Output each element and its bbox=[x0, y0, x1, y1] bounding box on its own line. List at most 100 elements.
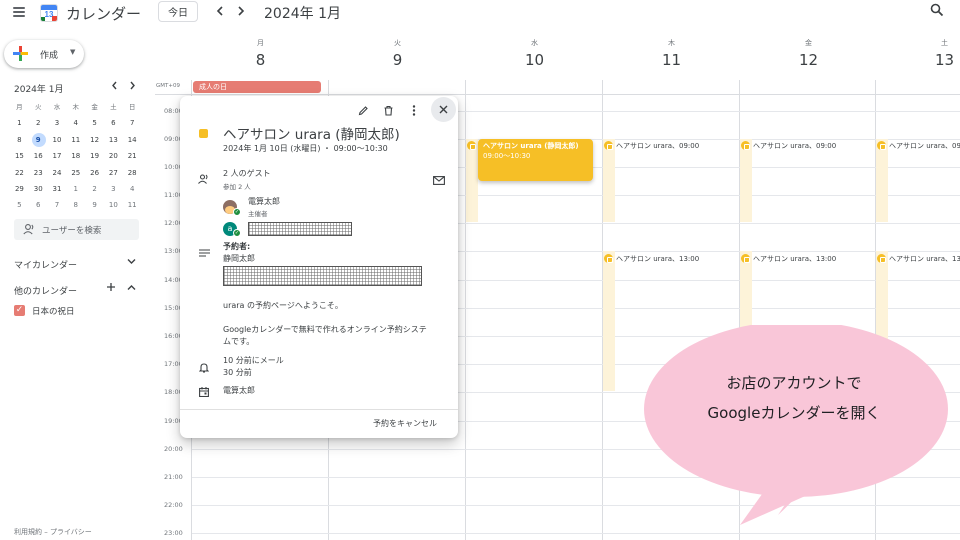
mail-icon[interactable] bbox=[432, 173, 446, 187]
mini-day[interactable]: 19 bbox=[85, 148, 104, 164]
mini-day[interactable]: 8 bbox=[10, 132, 29, 148]
mini-day[interactable]: 15 bbox=[10, 148, 29, 164]
mini-day[interactable]: 17 bbox=[48, 148, 67, 164]
close-icon[interactable] bbox=[431, 97, 456, 122]
mini-day[interactable]: 26 bbox=[85, 165, 104, 181]
cancel-booking-button[interactable]: 予約をキャンセル bbox=[373, 418, 437, 429]
selected-event-block[interactable]: ヘアサロン urara (静岡太郎) 09:00～10:30 bbox=[478, 139, 593, 181]
mini-day[interactable]: 4 bbox=[66, 115, 85, 131]
guests-count: 2 人のゲスト bbox=[223, 169, 271, 178]
mini-next-icon[interactable] bbox=[129, 81, 136, 93]
chevron-up-icon[interactable] bbox=[127, 283, 136, 294]
more-vert-icon[interactable] bbox=[407, 103, 421, 117]
mini-weekday: 水 bbox=[53, 103, 61, 111]
chevron-left-icon[interactable] bbox=[212, 2, 228, 20]
appointment-slot-chip[interactable]: ヘアサロン urara、09:00 bbox=[889, 141, 960, 151]
booking-slot[interactable] bbox=[466, 139, 478, 222]
mini-day[interactable]: 7 bbox=[123, 115, 142, 131]
holiday-event-chip[interactable]: 成人の日 bbox=[193, 81, 321, 93]
mini-day[interactable]: 11 bbox=[123, 197, 142, 213]
booking-slot[interactable] bbox=[740, 139, 752, 222]
user-search-input[interactable]: ユーザーを検索 bbox=[14, 219, 139, 240]
mini-day[interactable]: 16 bbox=[29, 148, 48, 164]
day-number[interactable]: 11 bbox=[603, 51, 740, 69]
footer-links[interactable]: 利用規約 – プライバシー bbox=[14, 527, 92, 537]
accepted-check-icon: ✓ bbox=[233, 229, 241, 237]
mini-day[interactable]: 2 bbox=[85, 181, 104, 197]
day-header[interactable]: 金 12 bbox=[740, 38, 877, 69]
day-header[interactable]: 火 9 bbox=[329, 38, 466, 69]
mini-day[interactable]: 30 bbox=[29, 181, 48, 197]
mini-day[interactable]: 10 bbox=[48, 132, 67, 148]
description-line: ムです。 bbox=[223, 337, 255, 346]
mini-day[interactable]: 29 bbox=[10, 181, 29, 197]
mini-day[interactable]: 9 bbox=[85, 197, 104, 213]
mini-day[interactable]: 7 bbox=[48, 197, 67, 213]
mini-day[interactable]: 24 bbox=[48, 165, 67, 181]
mini-day[interactable]: 12 bbox=[85, 132, 104, 148]
appointment-slot-chip[interactable]: ヘアサロン urara、09:00 bbox=[753, 141, 836, 151]
day-number[interactable]: 9 bbox=[329, 51, 466, 69]
redacted-guest-email bbox=[248, 222, 352, 236]
mini-day[interactable]: 14 bbox=[123, 132, 142, 148]
day-number[interactable]: 10 bbox=[466, 51, 603, 69]
mini-day[interactable]: 28 bbox=[123, 165, 142, 181]
mini-day[interactable]: 1 bbox=[10, 115, 29, 131]
search-icon[interactable] bbox=[930, 3, 948, 21]
mini-day[interactable]: 27 bbox=[104, 165, 123, 181]
mini-weekday: 木 bbox=[72, 103, 80, 111]
mini-day[interactable]: 8 bbox=[66, 197, 85, 213]
mini-day[interactable]: 6 bbox=[29, 197, 48, 213]
event-date-time: 2024年 1月 10日 (水曜日) ・ 09:00～10:30 bbox=[223, 144, 388, 153]
create-button[interactable]: 作成 ▼ bbox=[4, 40, 84, 68]
appointment-slot-chip[interactable]: ヘアサロン urara、13:00 bbox=[753, 254, 836, 264]
day-number[interactable]: 8 bbox=[192, 51, 329, 69]
booking-slot[interactable] bbox=[876, 139, 888, 222]
mini-day[interactable]: 6 bbox=[104, 115, 123, 131]
day-header[interactable]: 月 8 bbox=[192, 38, 329, 69]
mini-day[interactable]: 3 bbox=[48, 115, 67, 131]
day-header[interactable]: 土 13 bbox=[876, 38, 960, 69]
mini-prev-icon[interactable] bbox=[111, 81, 118, 93]
day-header[interactable]: 木 11 bbox=[603, 38, 740, 69]
today-button[interactable]: 今日 bbox=[158, 1, 198, 22]
mini-day[interactable]: 1 bbox=[66, 181, 85, 197]
reminder-line: 30 分前 bbox=[223, 368, 252, 377]
chevron-right-icon[interactable] bbox=[233, 2, 249, 20]
booking-slot[interactable] bbox=[603, 139, 615, 222]
mini-day[interactable]: 11 bbox=[66, 132, 85, 148]
mini-day[interactable]: 13 bbox=[104, 132, 123, 148]
mini-day[interactable]: 3 bbox=[104, 181, 123, 197]
holiday-calendar-label: 日本の祝日 bbox=[32, 307, 75, 317]
pencil-icon[interactable] bbox=[356, 103, 370, 117]
mini-day[interactable]: 5 bbox=[85, 115, 104, 131]
day-number[interactable]: 13 bbox=[876, 51, 960, 69]
mini-day[interactable]: 22 bbox=[10, 165, 29, 181]
add-calendar-icon[interactable] bbox=[106, 282, 116, 295]
mini-day[interactable]: 5 bbox=[10, 197, 29, 213]
mini-day[interactable]: 18 bbox=[66, 148, 85, 164]
mini-day[interactable]: 20 bbox=[104, 148, 123, 164]
appointment-slot-chip[interactable]: ヘアサロン urara、13:00 bbox=[616, 254, 699, 264]
calendar-owner: 電算太郎 bbox=[223, 386, 255, 395]
organizer-name: 電算太郎 bbox=[248, 197, 280, 206]
appointment-slot-chip[interactable]: ヘアサロン urara、13:00 bbox=[889, 254, 960, 264]
trash-icon[interactable] bbox=[381, 103, 395, 117]
mini-day[interactable]: 25 bbox=[66, 165, 85, 181]
day-number[interactable]: 12 bbox=[740, 51, 877, 69]
mini-day-selected[interactable]: 9 bbox=[29, 132, 48, 148]
chevron-down-icon[interactable] bbox=[127, 257, 136, 268]
mini-day[interactable]: 10 bbox=[104, 197, 123, 213]
day-header[interactable]: 水 10 bbox=[466, 38, 603, 69]
mini-day[interactable]: 4 bbox=[123, 181, 142, 197]
event-title: ヘアサロン urara (静岡太郎) bbox=[483, 142, 579, 150]
my-calendars-title[interactable]: マイカレンダー bbox=[14, 258, 77, 271]
mini-day[interactable]: 31 bbox=[48, 181, 67, 197]
mini-day[interactable]: 2 bbox=[29, 115, 48, 131]
other-calendars-title[interactable]: 他のカレンダー bbox=[14, 284, 77, 297]
appointment-slot-chip[interactable]: ヘアサロン urara、09:00 bbox=[616, 141, 699, 151]
holiday-calendar-checkbox[interactable]: ✓ bbox=[14, 305, 25, 316]
mini-day[interactable]: 23 bbox=[29, 165, 48, 181]
main-menu-icon[interactable] bbox=[13, 7, 25, 17]
mini-day[interactable]: 21 bbox=[123, 148, 142, 164]
